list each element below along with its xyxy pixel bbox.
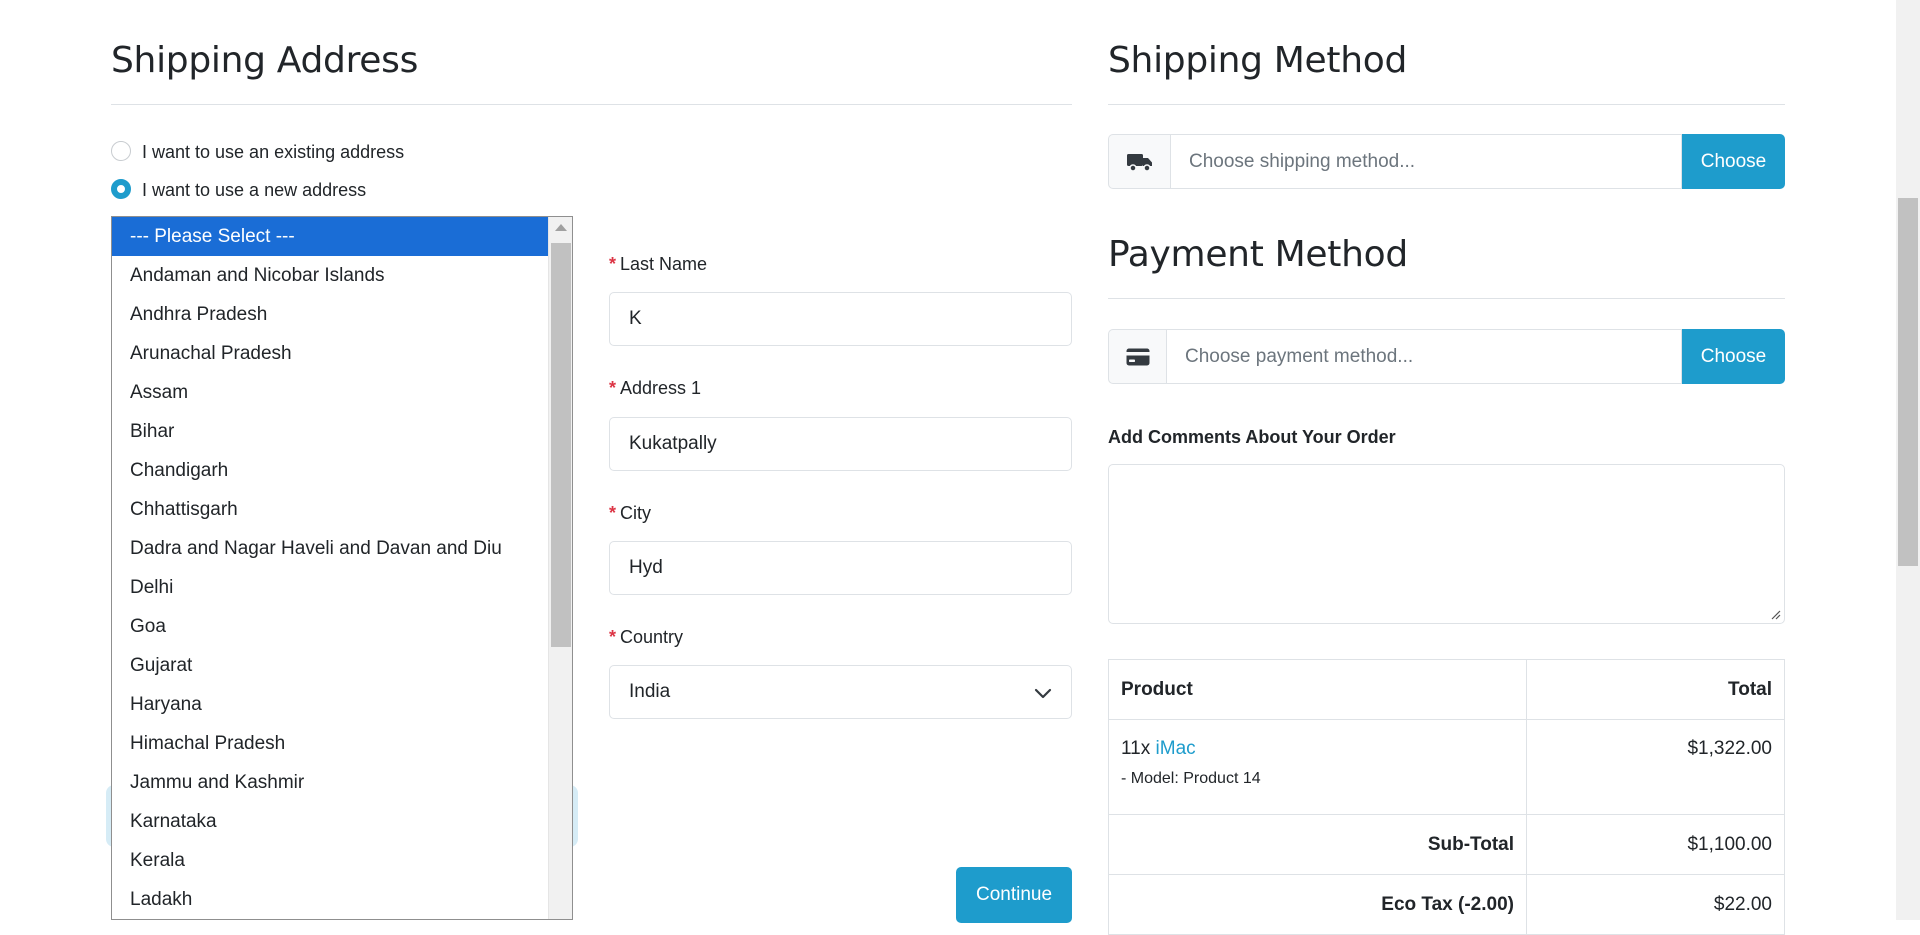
dropdown-scrollbar[interactable] [548,217,572,919]
dropdown-option[interactable]: Delhi [112,568,572,607]
address1-label: * Address 1 [609,378,702,398]
dropdown-option[interactable]: Arunachal Pradesh [112,334,572,373]
cart-table: Product Total 11x iMac - Model: Product … [1108,659,1785,935]
dropdown-option[interactable]: Chandigarh [112,451,572,490]
table-header-row: Product Total [1108,659,1785,720]
dropdown-option[interactable]: Jammu and Kashmir [112,763,572,802]
dropdown-option[interactable]: Dadra and Nagar Haveli and Davan and Diu [112,529,572,568]
subtotal-label: Sub-Total [1108,814,1527,875]
city-label: * City [609,503,652,523]
comments-textarea[interactable] [1108,464,1785,624]
item-total: $1,322.00 [1526,719,1785,815]
dropdown-option[interactable]: Ladakh [112,880,572,919]
choose-payment-button[interactable]: Choose [1682,329,1785,384]
resize-handle-icon[interactable] [1769,608,1781,620]
item-name-link[interactable]: iMac [1156,738,1196,759]
page-scrollbar[interactable] [1896,0,1920,920]
page-scroll-thumb[interactable] [1898,198,1918,566]
radio-button-checked[interactable] [111,178,131,199]
choose-shipping-button[interactable]: Choose [1682,134,1785,189]
table-row: 11x iMac - Model: Product 14 $1,322.00 [1108,719,1785,815]
dropdown-option[interactable]: Gujarat [112,646,572,685]
comments-label: Add Comments About Your Order [1108,427,1396,447]
divider [111,104,1072,105]
chevron-down-icon [1034,688,1052,699]
shipping-method-group[interactable]: Choose shipping method... Choose [1108,134,1785,189]
ecotax-label: Eco Tax (-2.00) [1108,874,1527,935]
country-label: * Country [609,627,684,647]
header-total: Total [1526,659,1785,720]
dropdown-option[interactable]: Kerala [112,841,572,880]
item-model: - Model: Product 14 [1121,770,1261,787]
radio-new-label: I want to use a new address [142,180,367,200]
payment-method-title: Payment Method [1108,234,1408,275]
credit-card-icon [1108,329,1166,384]
shipping-address-title: Shipping Address [111,40,419,81]
ecotax-value: $22.00 [1526,874,1785,935]
table-row: Eco Tax (-2.00) $22.00 [1108,874,1785,935]
header-product: Product [1108,659,1527,720]
continue-button[interactable]: Continue [956,867,1072,923]
dropdown-option[interactable]: --- Please Select --- [112,217,572,256]
dropdown-option[interactable]: Andhra Pradesh [112,295,572,334]
dropdown-option[interactable]: Assam [112,373,572,412]
country-select-value: India [629,681,671,702]
dropdown-option[interactable]: Andaman and Nicobar Islands [112,256,572,295]
payment-method-group[interactable]: Choose payment method... Choose [1108,329,1785,384]
divider [1108,104,1785,105]
dropdown-option[interactable]: Bihar [112,412,572,451]
country-select[interactable]: India [609,665,1072,719]
dropdown-option[interactable]: Chhattisgarh [112,490,572,529]
scroll-up-arrow-icon[interactable] [555,224,567,231]
dropdown-option[interactable]: Himachal Pradesh [112,724,572,763]
dropdown-option[interactable]: Haryana [112,685,572,724]
table-row: Sub-Total $1,100.00 [1108,814,1785,875]
dropdown-option[interactable]: Goa [112,607,572,646]
dropdown-option[interactable]: Karnataka [112,802,572,841]
radio-new-address[interactable]: I want to use a new address [111,178,367,201]
subtotal-value: $1,100.00 [1526,814,1785,875]
shipping-method-title: Shipping Method [1108,40,1408,81]
radio-existing-address[interactable]: I want to use an existing address [111,140,405,163]
radio-existing-label: I want to use an existing address [142,142,405,162]
payment-method-input[interactable]: Choose payment method... [1166,329,1682,384]
last-name-label: * Last Name [609,254,708,274]
address1-input[interactable]: Kukatpally [609,417,1072,471]
last-name-input[interactable]: K [609,292,1072,346]
dropdown-scroll-thumb[interactable] [551,243,571,647]
shipping-method-input[interactable]: Choose shipping method... [1170,134,1682,189]
city-input[interactable]: Hyd [609,541,1072,595]
divider [1108,298,1785,299]
item-qty: 11x [1121,738,1151,759]
radio-button[interactable] [111,140,131,161]
truck-icon [1108,134,1170,189]
product-cell: 11x iMac - Model: Product 14 [1108,719,1527,815]
zone-dropdown-list[interactable]: --- Please Select --- Andaman and Nicobar… [111,216,573,920]
